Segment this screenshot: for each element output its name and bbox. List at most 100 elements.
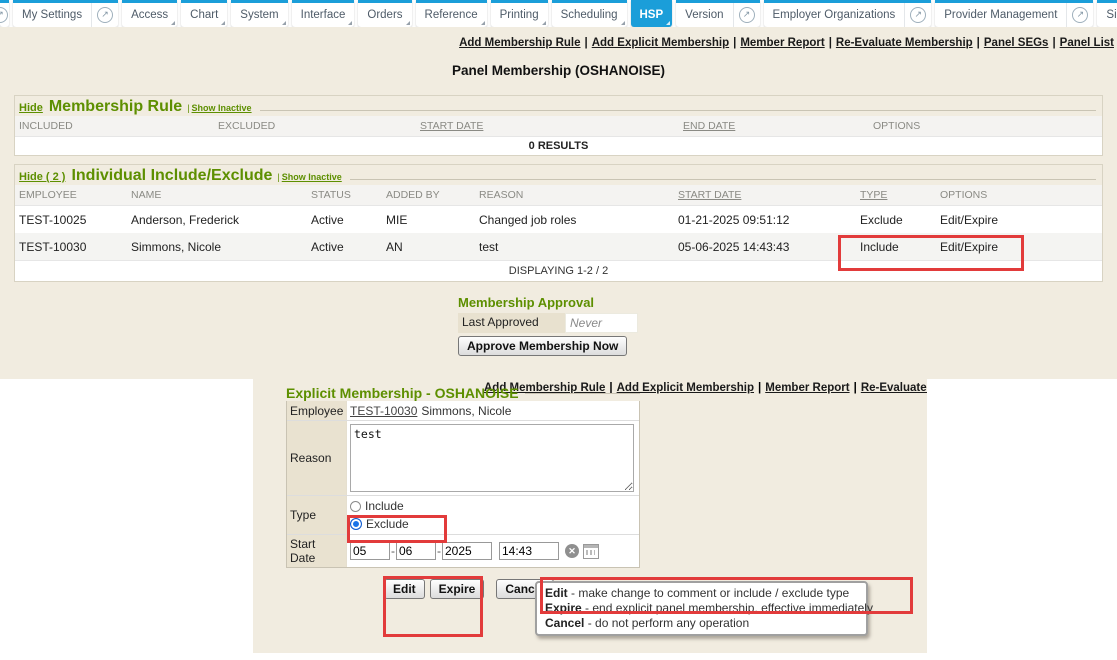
start-date-month-input[interactable] <box>350 542 390 560</box>
open-new-window-icon[interactable]: ↗ <box>1066 3 1093 27</box>
paging-status: DISPLAYING 1-2 / 2 <box>15 261 1102 282</box>
menu-indicator-icon <box>171 21 175 25</box>
tab-printing[interactable]: Printing <box>491 0 548 27</box>
menu-indicator-icon <box>621 21 625 25</box>
section-rule-line <box>260 110 1096 111</box>
tab-hsp[interactable]: HSP <box>631 0 673 27</box>
clear-date-icon[interactable]: ✕ <box>565 544 579 558</box>
link-add-explicit-membership[interactable]: Add Explicit Membership <box>592 37 729 49</box>
date-separator: - <box>391 544 395 558</box>
col-reason: REASON <box>475 185 674 206</box>
last-approved-value: Never <box>565 313 638 333</box>
last-approved-row: Last Approved Never <box>458 313 638 333</box>
tab-my-settings[interactable]: My Settings ↗ <box>13 0 118 27</box>
tab-provider-management[interactable]: Provider Management ↗ <box>935 0 1093 27</box>
type-option-exclude[interactable]: Exclude <box>350 515 409 533</box>
link-separator: | <box>733 37 736 49</box>
col-start-date[interactable]: START DATE <box>416 116 679 137</box>
start-date-year-input[interactable] <box>442 542 492 560</box>
expire-button[interactable]: Expire <box>430 579 485 599</box>
link-member-report[interactable]: Member Report <box>765 382 849 394</box>
menu-indicator-icon <box>406 21 410 25</box>
col-type[interactable]: TYPE <box>856 185 936 206</box>
tab-chart[interactable]: Chart <box>181 0 227 27</box>
col-excluded: EXCLUDED <box>214 116 416 137</box>
col-options: OPTIONS <box>869 116 1102 137</box>
cell-options-edit-expire[interactable]: Edit/Expire <box>936 233 1102 261</box>
start-date-label: Start Date <box>287 535 347 567</box>
date-separator: - <box>437 544 441 558</box>
show-inactive-link[interactable]: Show Inactive <box>282 172 342 182</box>
link-separator: | <box>585 37 588 49</box>
tab-partial[interactable]: ↗ <box>0 0 9 27</box>
open-new-window-icon[interactable]: ↗ <box>904 3 931 27</box>
action-links: Add Membership Rule | Add Explicit Members… <box>459 37 1114 49</box>
employee-name: Simmons, Nicole <box>421 404 511 418</box>
type-option-include[interactable]: Include <box>350 497 404 515</box>
explicit-membership-dialog: Add Membership Rule|Add Explicit Members… <box>253 379 927 653</box>
menu-indicator-icon <box>221 21 225 25</box>
link-panel-segs[interactable]: Panel SEGs <box>984 37 1049 49</box>
link-separator: | <box>829 37 832 49</box>
fieldset-legend: Explicit Membership - OSHANOISE <box>286 385 519 401</box>
cell-employee: TEST-10030 <box>15 233 127 261</box>
open-new-window-icon: ↗ <box>0 3 9 27</box>
reason-textarea[interactable]: test <box>350 424 634 492</box>
link-re-evaluate-membership[interactable]: Re-Evaluate Membership <box>861 382 927 394</box>
radio-checked-icon[interactable] <box>350 518 362 530</box>
tab-orders[interactable]: Orders <box>358 0 411 27</box>
cell-reason: test <box>475 233 674 261</box>
cell-start-date: 05-06-2025 14:43:43 <box>674 233 856 261</box>
col-end-date[interactable]: END DATE <box>679 116 869 137</box>
tooltip-desc: - do not perform any operation <box>588 616 749 630</box>
edit-button[interactable]: Edit <box>384 579 425 599</box>
cell-options-edit-expire[interactable]: Edit/Expire <box>936 206 1102 234</box>
approve-membership-now-button[interactable]: Approve Membership Now <box>458 336 627 356</box>
cell-status: Active <box>307 233 382 261</box>
tooltip-desc: - make change to comment or include / ex… <box>571 586 849 600</box>
link-panel-list[interactable]: Panel List <box>1060 37 1114 49</box>
individual-header: Hide ( 2 ) Individual Include/Exclude | … <box>15 165 1102 185</box>
tab-interface[interactable]: Interface <box>292 0 355 27</box>
hide-link[interactable]: Hide <box>19 102 43 114</box>
link-re-evaluate-membership[interactable]: Re-Evaluate Membership <box>836 37 973 49</box>
hide-count-link[interactable]: Hide ( 2 ) <box>19 171 65 183</box>
open-new-window-icon[interactable]: ↗ <box>733 3 760 27</box>
section-rule-line <box>350 179 1096 180</box>
start-date-time-input[interactable] <box>499 542 559 560</box>
explicit-membership-fieldset: Explicit Membership - OSHANOISE Employee… <box>286 385 640 568</box>
open-new-window-icon[interactable]: ↗ <box>91 3 118 27</box>
tooltip-desc: - end explicit panel membership, effecti… <box>585 601 873 615</box>
tab-scheduling[interactable]: Scheduling <box>552 0 627 27</box>
app-window: ↗ My Settings ↗ Access Chart System Inte… <box>0 0 1117 660</box>
employee-label: Employee <box>287 401 347 420</box>
tooltip-term: Edit <box>545 586 568 600</box>
last-approved-label: Last Approved <box>458 313 565 333</box>
calendar-icon[interactable] <box>583 544 599 559</box>
table-row: TEST-10025 Anderson, Frederick Active MI… <box>15 206 1102 234</box>
tab-similar-exposure-groups[interactable]: Similar Exposure Groups (SEGs) ↗ <box>1097 0 1117 27</box>
tab-reference[interactable]: Reference <box>416 0 487 27</box>
col-name: NAME <box>127 185 307 206</box>
menu-indicator-icon <box>481 21 485 25</box>
show-inactive-link[interactable]: Show Inactive <box>192 103 252 113</box>
tab-version[interactable]: Version ↗ <box>676 0 759 27</box>
menu-indicator-icon <box>282 21 286 25</box>
section-title: Individual Include/Exclude <box>71 167 272 185</box>
tab-employer-organizations[interactable]: Employer Organizations ↗ <box>764 0 932 27</box>
section-title: Membership Rule <box>49 98 182 116</box>
col-start-date[interactable]: START DATE <box>674 185 856 206</box>
menu-indicator-icon <box>666 21 670 25</box>
employee-id-link[interactable]: TEST-10030 <box>350 404 417 418</box>
start-date-day-input[interactable] <box>396 542 436 560</box>
title-separator: | <box>187 103 189 113</box>
cell-name: Anderson, Frederick <box>127 206 307 234</box>
page-title: Panel Membership (OSHANOISE) <box>0 63 1117 78</box>
link-member-report[interactable]: Member Report <box>740 37 824 49</box>
tab-system[interactable]: System <box>231 0 287 27</box>
tab-access[interactable]: Access <box>122 0 177 27</box>
link-add-membership-rule[interactable]: Add Membership Rule <box>459 37 580 49</box>
individual-include-exclude-section: Hide ( 2 ) Individual Include/Exclude | … <box>14 164 1103 282</box>
approval-title: Membership Approval <box>458 295 638 310</box>
radio-unchecked-icon[interactable] <box>350 501 361 512</box>
